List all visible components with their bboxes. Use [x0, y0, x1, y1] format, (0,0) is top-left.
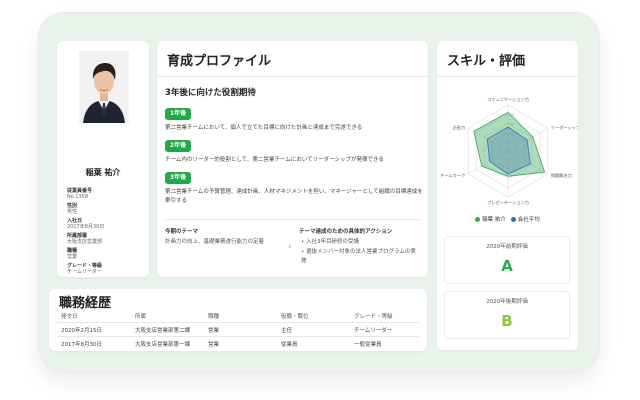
- role-expectation-heading: 3年後に向けた役割期待: [165, 88, 256, 98]
- cell-department: 大阪支店営業部第二課: [135, 328, 191, 334]
- cell-department: 大阪支店営業部第一課: [135, 342, 191, 348]
- cell-position: 従業員: [281, 342, 298, 348]
- goal-text: チーム内のリーダー的役割として、第二営業チームにおいてリーダーシップが発揮できる: [165, 157, 384, 163]
- row-divider: [57, 336, 419, 337]
- development-title: 育成プロファイル: [167, 54, 272, 69]
- evaluation-label: 2020年前期評価: [486, 244, 528, 250]
- evaluation-box: 2020年前期評価 A: [444, 236, 570, 284]
- field-value: 男性: [67, 209, 78, 215]
- legend-person: 稲葉 祐介: [481, 217, 506, 223]
- chevron-right-icon: ›: [288, 242, 292, 252]
- section-divider: [165, 219, 420, 220]
- evaluation-grade: A: [501, 257, 513, 275]
- radar-axis-label: 企画力: [453, 124, 466, 131]
- radar-tick-label: 60: [510, 122, 515, 126]
- legend-person-marker: [475, 217, 481, 222]
- legend-average: 会社平均: [517, 217, 540, 223]
- skills-title: スキル・評価: [447, 54, 526, 69]
- radar-axis-label: リーダーシップ: [551, 124, 578, 131]
- goal-badge: 1年後: [165, 108, 191, 120]
- radar-axis-label: 問題解決力: [551, 172, 572, 179]
- row-divider: [57, 322, 419, 323]
- field-value: 大阪支店営業部: [67, 239, 103, 245]
- theme-label: 今期のテーマ: [165, 229, 199, 235]
- development-profile-card: 育成プロファイル 3年後に向けた役割期待 1年後 第二営業チームにおいて、個人で…: [157, 41, 428, 277]
- profile-photo: [79, 51, 129, 123]
- action-item: • 入社3年目研修の受講: [301, 239, 359, 245]
- goal-text: 第二営業チームの予算管理、達成計画、人材マネジメントを担い、マネージャーとして組…: [165, 189, 423, 204]
- column-header: 職種: [208, 314, 220, 320]
- profile-fields: 従業員番号 No.1358 性別 男性 入社日 2017年8月30日 所属部署 …: [67, 185, 147, 275]
- cell-position: 主任: [281, 328, 293, 334]
- radar-tick-label: 40: [510, 132, 515, 136]
- cell-date: 2017年8月30日: [61, 342, 102, 348]
- career-title: 職務経歴: [59, 296, 112, 311]
- career-history-card: 職務経歴 発令日 所属 職種 役職・職位 グレード・等級 2020年2月15日 …: [49, 289, 427, 351]
- column-header: グレード・等級: [354, 314, 393, 320]
- cell-grade: チームリーダー: [354, 328, 393, 334]
- action-text: 入社3年目研修の受講: [306, 239, 359, 245]
- field-value: 2017年8月30日: [67, 224, 105, 230]
- radar-axis-label: チームワーク: [440, 173, 465, 179]
- column-header: 所属: [135, 314, 147, 320]
- column-header: 発令日: [61, 314, 78, 320]
- goal-text: 第二営業チームにおいて、個人で立てた目標に向けた計画と達成まで完遂できる: [165, 125, 363, 131]
- skills-card: スキル・評価 20 40 60 80 コミュニケーション力リーダーシップ 問題解決力プレゼ…: [437, 41, 578, 350]
- legend-average-marker: [510, 217, 516, 222]
- cell-job: 営業: [208, 328, 220, 334]
- skills-radar-chart: 20 40 60 80 コミュニケーション力リーダーシップ問題解決力プレゼンテーション力…: [440, 96, 578, 206]
- radar-axis-label: プレゼンテーション力: [487, 199, 529, 206]
- employee-name: 稲葉 祐介: [85, 168, 121, 177]
- field-value: 営業: [67, 254, 78, 260]
- evaluation-box: 2020年後期評価 B: [444, 291, 570, 339]
- radar-axis-label: コミュニケーション力: [487, 96, 529, 103]
- title-divider: [437, 76, 578, 77]
- field-value: No.1358: [67, 194, 89, 200]
- actions-label: テーマ達成のための具体的アクション: [299, 229, 393, 235]
- cell-job: 営業: [208, 342, 220, 348]
- goal-badge: 2年後: [165, 140, 191, 152]
- evaluation-grade: B: [501, 312, 513, 330]
- evaluation-label: 2020年後期評価: [486, 299, 528, 305]
- field-value: チームリーダー: [67, 269, 102, 275]
- action-item: • 選抜メンバー対象の法人営業プログラムの実施: [301, 249, 416, 264]
- title-divider: [157, 76, 428, 77]
- column-header: 役職・職位: [281, 314, 309, 320]
- goal-badge: 3年後: [165, 172, 191, 184]
- profile-card: 稲葉 祐介 従業員番号 No.1358 性別 男性 入社日 2017年8月30日…: [57, 41, 149, 277]
- radar-legend: 稲葉 祐介 会社平均: [437, 215, 578, 223]
- radar-tick-label: 20: [510, 141, 515, 145]
- theme-text: 計画力の向上、基礎業務遂行能力の定着: [165, 239, 265, 245]
- action-text: 選抜メンバー対象の法人営業プログラムの実施: [301, 249, 416, 264]
- radar-tick-label: 80: [510, 113, 515, 117]
- cell-grade: 一般従業員: [354, 342, 382, 348]
- cell-date: 2020年2月15日: [61, 328, 102, 334]
